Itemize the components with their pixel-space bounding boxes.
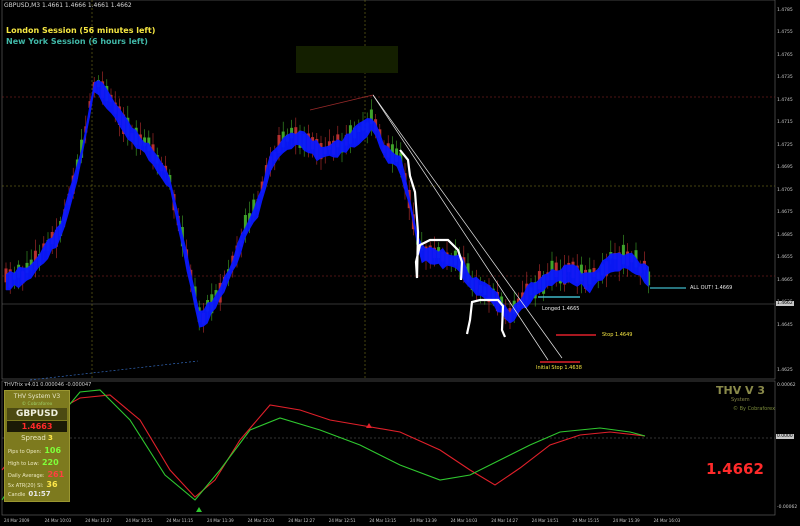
- time-axis-label: 24 Mar 12:03: [247, 518, 275, 523]
- new-york-session-label: New York Session (6 hours left): [6, 37, 148, 46]
- indicator-scale-top: 0.00062: [777, 383, 796, 388]
- time-axis-label: 24 Mar 15:39: [613, 518, 640, 523]
- stop-label: Stop 1.4649: [602, 332, 633, 338]
- time-axis-label: 24 Mar 10:51: [125, 518, 153, 523]
- time-axis-label: 24 Mar 11:39: [207, 518, 234, 523]
- session-box: [296, 46, 398, 73]
- panel-candle-row: Candle 01:57: [5, 490, 72, 498]
- panel-price: 1.4663: [7, 421, 67, 432]
- price-scale-label: 1.4695: [777, 165, 793, 170]
- initial-stop-label: Initial Stop 1.4638: [536, 365, 582, 371]
- price-scale-label: 1.4705: [777, 188, 793, 193]
- hilo-label: High to Low:: [8, 461, 39, 467]
- time-axis-label: 24 Mar 14:51: [531, 518, 559, 523]
- time-axis-label: 24 Mar 11:15: [166, 518, 194, 523]
- window-symbol-title: GBPUSD,M3 1.4661 1.4666 1.4661 1.4662: [4, 2, 132, 9]
- london-session-label: London Session (56 minutes left): [6, 26, 156, 35]
- time-axis-label: 24 Mar 10:03: [44, 518, 72, 523]
- current-price-large: 1.4662: [706, 460, 764, 478]
- atr-value: 36: [46, 480, 58, 489]
- daily-value: 261: [47, 470, 65, 479]
- panel-daily-row: Daily Average: 261: [5, 470, 72, 479]
- price-scale-label: 1.4655: [777, 255, 793, 260]
- indicator-title: THVTrix v4.01 0.000046 -0.000047: [4, 382, 92, 388]
- chart-canvas[interactable]: [0, 0, 800, 526]
- info-panel: THV System V3 © Cobraforex GBPUSD 1.4663…: [4, 390, 70, 502]
- time-axis-label: 24 Mar 16:03: [653, 518, 681, 523]
- price-scale-label: 1.4625: [777, 368, 793, 373]
- panel-atr-row: 5x ATR(20) Sl: 36: [5, 480, 72, 489]
- daily-label: Daily Average:: [8, 473, 45, 479]
- price-scale-label: 1.4675: [777, 210, 793, 215]
- candle-value: 01:57: [28, 490, 51, 498]
- price-scale-label: 1.4745: [777, 98, 793, 103]
- candle-label: Candle: [8, 492, 26, 498]
- panel-spread: Spread 3: [5, 434, 69, 442]
- panel-credit: © Cobraforex: [21, 402, 53, 407]
- atr-label: 5x ATR(20) Sl:: [8, 483, 44, 489]
- price-scale-label: 1.4755: [777, 30, 793, 35]
- time-axis-label: 24 Mar 15:15: [572, 518, 600, 523]
- indicator-scale-bottom: -0.00062: [777, 505, 798, 510]
- panel-hilo-row: High to Low: 220: [5, 458, 72, 467]
- price-scale-label: 1.4765: [777, 53, 793, 58]
- time-axis-label: 24 Mar 14:27: [491, 518, 518, 523]
- panel-pair: GBPUSD: [7, 408, 67, 420]
- price-scale-label: 1.4685: [777, 233, 793, 238]
- indicator-scale-zero: 0.0000: [776, 434, 794, 439]
- time-axis-label: 24 Mar 2009: [4, 518, 30, 523]
- time-axis-label: 24 Mar 12:27: [288, 518, 315, 523]
- price-scale-label: 1.4735: [777, 75, 793, 80]
- spread-value: 3: [48, 434, 53, 442]
- pips-value: 106: [44, 446, 62, 455]
- hilo-value: 220: [41, 458, 59, 467]
- current-price-box: 1.4662: [776, 301, 794, 306]
- brand-subtitle: System: [731, 397, 750, 403]
- panel-system-name: THV System V3: [13, 393, 61, 400]
- time-axis-label: 24 Mar 12:51: [328, 518, 356, 523]
- spread-label: Spread: [21, 434, 46, 442]
- price-scale-label: 1.4665: [777, 278, 793, 283]
- price-scale-label: 1.4715: [777, 120, 793, 125]
- longed-label: Longed 1.4665: [542, 306, 580, 312]
- pips-label: Pips to Open:: [8, 449, 42, 455]
- price-scale-label: 1.4785: [777, 8, 793, 13]
- brand-title: THV V 3: [716, 384, 766, 397]
- all-out-label: ALL OUT! 1.4669: [690, 285, 733, 291]
- time-axis-label: 24 Mar 14:03: [450, 518, 478, 523]
- panel-pips-row: Pips to Open: 106: [5, 446, 72, 455]
- time-axis-label: 24 Mar 10:27: [85, 518, 112, 523]
- brand-credit: © By Cobraforex: [733, 406, 776, 412]
- time-axis-label: 24 Mar 13:39: [410, 518, 437, 523]
- price-scale-label: 1.4725: [777, 143, 793, 148]
- price-scale-label: 1.4645: [777, 323, 793, 328]
- time-axis-label: 24 Mar 13:15: [369, 518, 397, 523]
